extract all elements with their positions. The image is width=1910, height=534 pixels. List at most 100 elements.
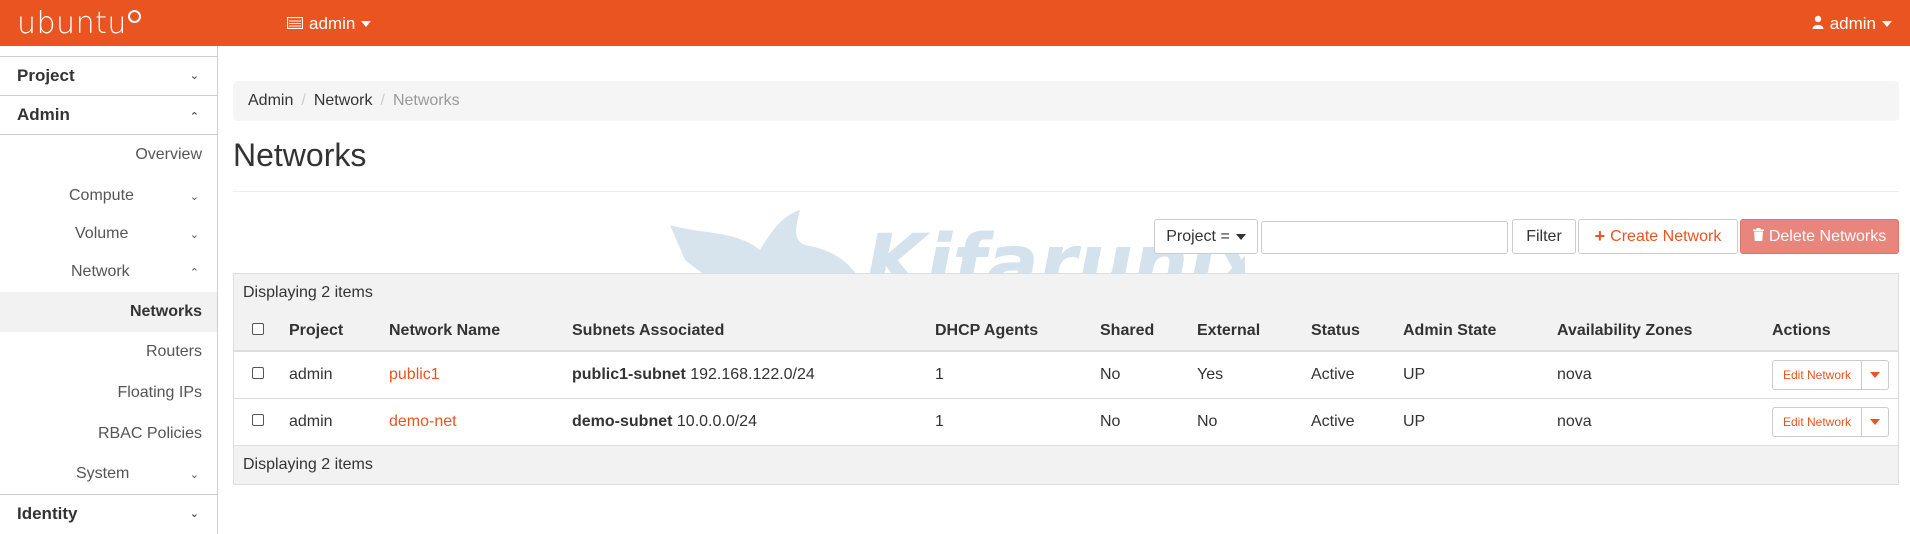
sidebar-item-label: Networks — [129, 303, 202, 320]
chevron-up-icon: ⌃ — [189, 267, 199, 279]
sidebar-section-label: Admin — [17, 105, 70, 124]
cell-availability-zone: nova — [1557, 366, 1592, 383]
sidebar-section-identity[interactable]: Identity ⌄ — [0, 495, 217, 533]
column-header-status[interactable]: Status — [1311, 322, 1360, 340]
network-name-link[interactable]: demo-net — [389, 413, 457, 431]
cell-shared: No — [1100, 413, 1121, 430]
trash-icon — [1752, 227, 1764, 246]
project-switcher-icon — [286, 14, 304, 34]
column-header-admin-state[interactable]: Admin State — [1403, 322, 1496, 340]
filter-button[interactable]: Filter — [1512, 219, 1576, 254]
edit-network-button[interactable]: Edit Network — [1772, 360, 1863, 390]
breadcrumb-admin[interactable]: Admin — [248, 92, 293, 110]
sidebar-item-label: Routers — [145, 343, 202, 360]
sidebar-item-label: System — [76, 465, 130, 482]
project-filter-label: Project = — [1166, 227, 1230, 245]
sidebar-item-label: Floating IPs — [117, 384, 202, 401]
sidebar-section-admin[interactable]: Admin ⌃ — [0, 96, 217, 134]
chevron-down-icon: ⌄ — [189, 190, 199, 203]
column-header-dhcp-agents[interactable]: DHCP Agents — [935, 322, 1038, 340]
checkbox[interactable] — [252, 414, 264, 426]
ubuntu-logo[interactable]: ubuntu — [17, 6, 141, 41]
sidebar-item-routers[interactable]: Routers — [0, 332, 217, 372]
sidebar-item-label: Volume — [75, 225, 129, 242]
sidebar-section-label: Identity — [17, 504, 78, 523]
cell-subnets: demo-subnet 10.0.0.0/24 — [572, 413, 757, 431]
cell-project: admin — [289, 366, 333, 383]
chevron-down-icon: ⌄ — [189, 228, 199, 241]
top-navbar: ubuntu admin admin — [0, 0, 1910, 46]
checkbox[interactable] — [252, 323, 264, 335]
cell-dhcp-agents: 1 — [935, 366, 944, 383]
row-actions: Edit Network — [1772, 360, 1890, 390]
sidebar-item-volume[interactable]: Volume ⌄ — [0, 214, 217, 254]
breadcrumb-network[interactable]: Network — [314, 92, 373, 110]
user-icon — [1812, 14, 1824, 34]
cell-project: admin — [289, 413, 333, 430]
table-row: admin public1 public1-subnet 192.168.122… — [234, 352, 1898, 399]
breadcrumb-separator: / — [301, 92, 306, 109]
network-name-link[interactable]: public1 — [389, 366, 440, 384]
user-menu-label: admin — [1829, 14, 1876, 33]
table-header: Project Network Name Subnets Associated … — [234, 312, 1898, 352]
table-footer: Displaying 2 items — [234, 446, 1898, 484]
filter-input[interactable] — [1261, 221, 1508, 254]
sidebar-item-label: Network — [71, 263, 130, 280]
plus-icon: + — [1594, 226, 1606, 246]
delete-networks-button[interactable]: Delete Networks — [1740, 219, 1899, 254]
edit-network-button[interactable]: Edit Network — [1772, 407, 1863, 437]
cell-status: Active — [1311, 413, 1355, 430]
create-network-label: Create Network — [1610, 227, 1722, 245]
sidebar-item-rbac-policies[interactable]: RBAC Policies — [0, 414, 217, 454]
divider — [233, 191, 1899, 192]
row-checkbox[interactable] — [252, 366, 264, 384]
column-header-shared[interactable]: Shared — [1100, 322, 1154, 340]
cell-dhcp-agents: 1 — [935, 413, 944, 430]
sidebar-item-label: Overview — [135, 146, 202, 163]
row-actions-dropdown[interactable] — [1862, 407, 1890, 437]
row-actions-dropdown[interactable] — [1862, 360, 1890, 390]
cell-availability-zone: nova — [1557, 413, 1592, 430]
chevron-up-icon: ⌃ — [189, 111, 199, 123]
sidebar-item-networks[interactable]: Networks — [0, 292, 217, 332]
column-header-availability-zones[interactable]: Availability Zones — [1557, 322, 1692, 340]
cell-subnets: public1-subnet 192.168.122.0/24 — [572, 366, 815, 384]
table-summary: Displaying 2 items — [234, 274, 1898, 312]
cell-external: Yes — [1197, 366, 1224, 383]
column-header-actions: Actions — [1772, 322, 1831, 339]
column-header-external[interactable]: External — [1197, 322, 1260, 340]
column-header-project[interactable]: Project — [289, 322, 343, 340]
sidebar: Project ⌄ Admin ⌃ Overview Compute ⌄ Vol… — [0, 46, 218, 534]
sidebar-item-compute[interactable]: Compute ⌄ — [0, 176, 217, 216]
chevron-down-icon: ⌄ — [189, 468, 199, 481]
sidebar-section-label: Project — [17, 66, 75, 85]
sidebar-item-system[interactable]: System ⌄ — [0, 454, 217, 494]
sidebar-item-label: Compute — [69, 187, 134, 204]
sidebar-item-network[interactable]: Network ⌃ — [0, 252, 217, 292]
row-checkbox[interactable] — [252, 413, 264, 431]
project-filter-dropdown[interactable]: Project = — [1154, 219, 1258, 254]
chevron-down-icon: ⌄ — [189, 508, 199, 520]
ubuntu-circle-icon — [127, 10, 141, 23]
cell-admin-state: UP — [1403, 413, 1426, 430]
cell-status: Active — [1311, 366, 1355, 383]
breadcrumb: Admin / Network / Networks — [233, 81, 1899, 121]
row-actions: Edit Network — [1772, 407, 1890, 437]
breadcrumb-separator: / — [380, 92, 385, 109]
sidebar-section-project[interactable]: Project ⌄ — [0, 57, 217, 95]
chevron-down-icon — [1870, 372, 1881, 378]
chevron-down-icon — [1870, 419, 1881, 425]
user-menu[interactable]: admin — [1812, 14, 1892, 34]
networks-table: Displaying 2 items Project Network Name … — [233, 273, 1899, 485]
sidebar-item-floating-ips[interactable]: Floating IPs — [0, 373, 217, 413]
column-header-subnets[interactable]: Subnets Associated — [572, 322, 724, 340]
column-header-network-name[interactable]: Network Name — [389, 322, 500, 340]
checkbox[interactable] — [252, 367, 264, 379]
sidebar-item-overview[interactable]: Overview — [0, 135, 217, 175]
cell-shared: No — [1100, 366, 1121, 383]
subnet-cidr: 192.168.122.0/24 — [690, 366, 815, 383]
select-all-checkbox[interactable] — [252, 322, 264, 340]
project-switcher[interactable]: admin — [286, 14, 372, 34]
table-row: admin demo-net demo-subnet 10.0.0.0/24 1… — [234, 399, 1898, 446]
create-network-button[interactable]: + Create Network — [1578, 219, 1738, 254]
